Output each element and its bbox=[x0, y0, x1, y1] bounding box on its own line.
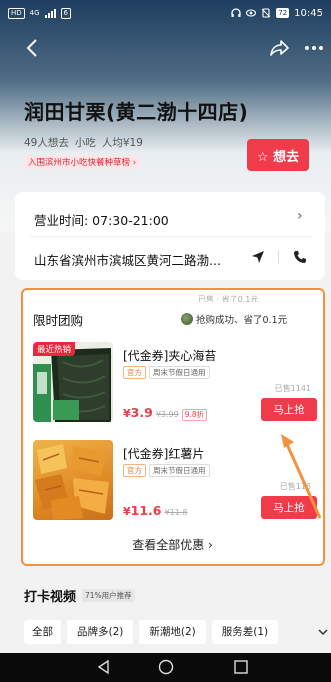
recents-icon[interactable] bbox=[232, 658, 250, 676]
business-hours[interactable]: 营业时间: 07:30-21:00 bbox=[34, 210, 169, 229]
screen: HD 4G 6 72 10:45 润田甘栗(黄二渤十四店) 49人想去 小吃 人均¥… bbox=[0, 0, 331, 682]
view-all-deals-link[interactable]: 查看全部优惠 › bbox=[23, 536, 322, 553]
video-title: 打卡视频 bbox=[24, 590, 77, 605]
product-name[interactable]: [代金券]红薯片 bbox=[123, 445, 204, 462]
status-bar: HD 4G 6 72 10:45 bbox=[0, 0, 331, 26]
usage-tag: 周末节假日通用 bbox=[149, 366, 210, 379]
divider bbox=[30, 236, 312, 237]
more-icon[interactable] bbox=[302, 37, 326, 59]
chevron-down-icon[interactable] bbox=[317, 626, 329, 638]
divider bbox=[278, 250, 279, 264]
notification-count: 6 bbox=[60, 7, 72, 19]
clock: 10:45 bbox=[294, 7, 323, 19]
official-tag: 官方 bbox=[123, 366, 146, 379]
price: ¥11.6 bbox=[123, 503, 162, 518]
price: ¥3.9 bbox=[123, 405, 153, 420]
want-to-go-button[interactable]: ☆ 想去 bbox=[247, 139, 309, 171]
official-tag: 官方 bbox=[123, 464, 146, 477]
sweet-potato-chips-image-icon bbox=[35, 444, 109, 520]
want-count: 49人想去 bbox=[24, 137, 69, 149]
product-image[interactable] bbox=[33, 440, 113, 520]
home-icon[interactable] bbox=[157, 658, 175, 676]
original-price: ¥3.99 bbox=[155, 410, 179, 419]
share-icon[interactable] bbox=[268, 37, 290, 59]
battery-icon: 72 bbox=[276, 8, 290, 18]
deals-header: 限时团购 bbox=[33, 313, 84, 328]
back-icon[interactable] bbox=[95, 658, 113, 676]
ticker-previous: 已售 · 省了0.1元 bbox=[198, 295, 259, 302]
avg-price: 人均¥19 bbox=[101, 137, 143, 149]
vibrate-icon bbox=[261, 8, 271, 18]
deal-item[interactable]: 最近热销 [代金券]夹心海苔 官方 周末节假日通用 已售1141 ¥3.9 ¥3… bbox=[33, 342, 323, 434]
phone-icon[interactable] bbox=[292, 249, 308, 265]
avatar bbox=[181, 313, 193, 325]
back-arrow-icon[interactable] bbox=[22, 36, 44, 60]
signal-label: 4G bbox=[29, 9, 40, 17]
discount-badge: 9.8折 bbox=[181, 409, 208, 421]
navigation-icon[interactable] bbox=[249, 248, 267, 266]
video-filters: 全部 品牌多(2) 新潮地(2) 服务差(1) bbox=[24, 620, 279, 644]
arrow-indicator-icon bbox=[281, 434, 322, 519]
usage-tag: 周末节假日通用 bbox=[149, 464, 210, 477]
ranking-badge[interactable]: 入围滨州市小吃快餐种草榜 › bbox=[24, 155, 141, 169]
filter-trendy[interactable]: 新潮地(2) bbox=[139, 620, 206, 644]
chevron-right-icon[interactable]: › bbox=[297, 208, 303, 224]
shop-name: 润田甘栗(黄二渤十四店) bbox=[24, 100, 249, 124]
product-name[interactable]: [代金券]夹心海苔 bbox=[123, 347, 216, 364]
filter-brands[interactable]: 品牌多(2) bbox=[67, 620, 134, 644]
shop-category: 小吃 bbox=[74, 137, 96, 149]
original-price: ¥11.8 bbox=[164, 508, 188, 517]
group-deals-card: 已售 · 省了0.1元 限时团购 抢购成功、省了0.1元 最近热销 [代金券]夹… bbox=[21, 288, 325, 566]
filter-all[interactable]: 全部 bbox=[24, 620, 61, 644]
top-nav bbox=[0, 34, 331, 64]
info-card: 营业时间: 07:30-21:00 › 山东省滨州市滨城区黄河二路渤... bbox=[15, 192, 325, 280]
product-image[interactable]: 最近热销 bbox=[33, 342, 113, 422]
system-nav-bar bbox=[0, 653, 331, 682]
hot-sale-badge: 最近热销 bbox=[33, 342, 76, 356]
shop-address[interactable]: 山东省滨州市滨城区黄河二路渤... bbox=[34, 250, 221, 269]
eye-icon bbox=[246, 9, 257, 17]
filter-poor-service[interactable]: 服务差(1) bbox=[211, 620, 279, 644]
shop-meta: 49人想去 小吃 人均¥19 bbox=[24, 135, 149, 150]
recommend-badge: 71%用户推荐 bbox=[82, 589, 135, 602]
signal-bars-icon bbox=[44, 8, 56, 18]
buy-now-button[interactable]: 马上抢 bbox=[261, 398, 317, 421]
sold-count: 已售1141 bbox=[274, 384, 311, 393]
headphones-icon bbox=[231, 8, 241, 17]
purchase-ticker: 抢购成功、省了0.1元 bbox=[181, 312, 287, 326]
hd-icon: HD bbox=[8, 7, 25, 19]
ticker-text: 抢购成功、省了0.1元 bbox=[196, 315, 288, 326]
video-section-title: 打卡视频 71%用户推荐 bbox=[24, 586, 135, 605]
